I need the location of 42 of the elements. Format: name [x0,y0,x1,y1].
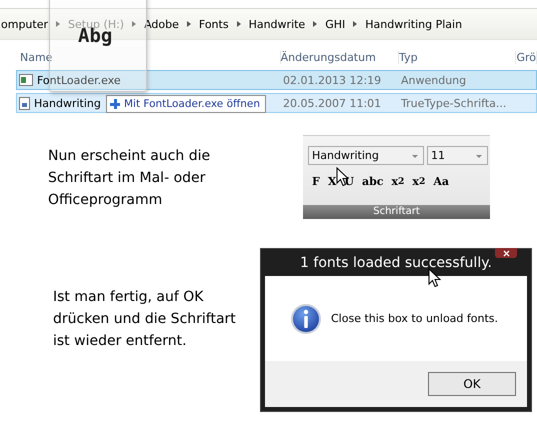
column-header[interactable]: Grö [516,50,537,64]
group-label: Schriftart [303,205,490,219]
plus-icon [110,99,120,109]
format-button[interactable]: abc [358,172,388,190]
format-button[interactable]: F [308,172,324,190]
column-header[interactable]: Name [0,50,281,64]
file-type: Anwendung [401,74,468,86]
tooltip-text: Mit FontLoader.exe öffnen [124,98,260,110]
format-button[interactable]: X [324,172,340,190]
font-file-icon [19,96,30,110]
breadcrumb-item[interactable]: GHI [321,18,350,30]
file-date: 20.05.2007 11:01 [283,96,382,110]
breadcrumb-item[interactable]: Adobe [140,18,183,30]
breadcrumb-item[interactable]: Fonts [194,18,233,30]
breadcrumb-item[interactable]: omputer [0,18,52,30]
dialog-message: Close this box to unload fonts. [331,312,498,325]
close-icon [502,250,510,256]
file-name: FontLoader.exe [37,74,121,86]
file-date: 02.01.2013 12:19 [283,74,382,86]
file-name: Handwriting [34,96,101,110]
chevron-icon [313,21,318,27]
chevron-icon [236,21,241,27]
instruction-text: Nun erscheint auch die Schriftart im Mal- oder Officeprogramm [48,147,210,210]
dialog-title: 1 fonts loaded successfully. [300,254,492,270]
info-icon [290,302,322,334]
breadcrumb-item[interactable]: Handwriting Plain [361,18,466,30]
chevron-icon [353,21,358,27]
application-icon [19,74,33,86]
ok-button[interactable]: OK [428,372,516,396]
instruction-text: Ist man fertig, auf OK drücken und die Schriftart ist wieder entfernt. [53,288,236,351]
font-dropdown[interactable]: Handwriting [308,146,424,165]
chevron-icon [186,21,191,27]
close-button[interactable] [495,248,517,258]
format-button[interactable]: Aa [429,172,454,190]
size-dropdown[interactable]: 11 [427,146,488,165]
chevron-icon [56,21,60,27]
file-row[interactable]: FontLoader.exe 02.01.2013 12:19 Anwendung [16,70,537,90]
column-header[interactable]: Typ [399,50,516,64]
file-type: TrueType-Schrifta... [401,96,508,110]
chevron-icon [132,21,136,27]
column-header[interactable]: Änderungsdatum [280,50,400,64]
breadcrumb-item[interactable]: Handwrite [244,18,310,30]
